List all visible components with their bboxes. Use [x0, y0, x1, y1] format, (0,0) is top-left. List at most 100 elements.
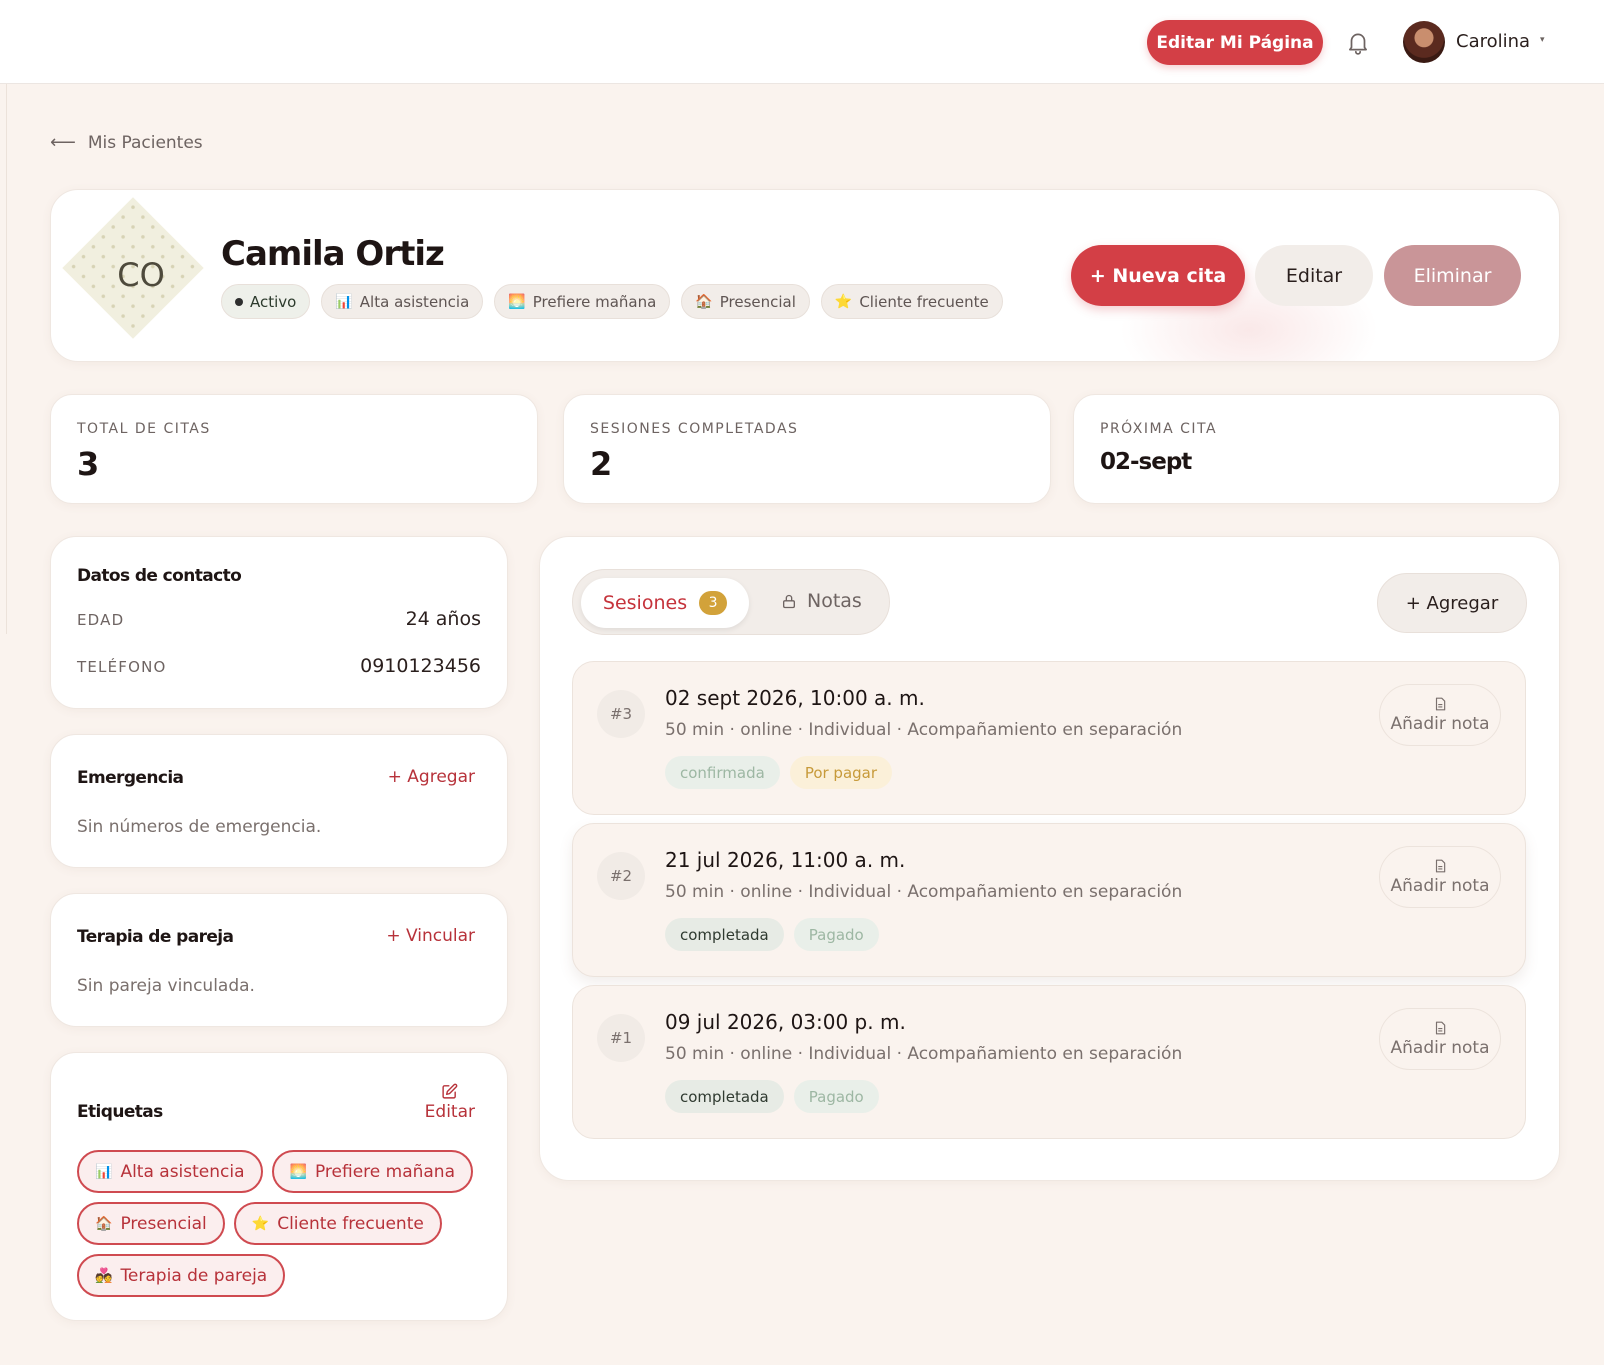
session-date: 02 sept 2026, 10:00 a. m. — [665, 686, 925, 710]
session-badges: completada Pagado — [665, 918, 879, 951]
edit-tags-label: Editar — [424, 1102, 475, 1122]
tab-notes[interactable]: Notas — [781, 590, 862, 612]
stat-next-appointment: PRÓXIMA CITA 02-sept — [1073, 394, 1560, 504]
status-badge: completada — [665, 918, 784, 951]
age-value: 24 años — [405, 608, 481, 630]
star-icon: ⭐ — [834, 293, 853, 310]
add-note-button[interactable]: Añadir nota — [1379, 684, 1501, 746]
chip-prefiere-manana: 🌅 Prefiere mañana — [494, 284, 671, 319]
tag-presencial[interactable]: 🏠 Presencial — [77, 1202, 225, 1245]
session-card[interactable]: #1 09 jul 2026, 03:00 p. m. 50 min · onl… — [572, 985, 1526, 1139]
back-link-label: Mis Pacientes — [87, 132, 203, 153]
tab-sessions[interactable]: Sesiones 3 — [581, 578, 749, 628]
status-dot-icon — [235, 297, 243, 306]
stat-value: 2 — [590, 445, 613, 483]
delete-patient-button[interactable]: Eliminar — [1384, 245, 1521, 306]
divider — [6, 84, 7, 634]
link-partner-link[interactable]: + Vincular — [386, 926, 475, 946]
document-icon — [1435, 1021, 1446, 1035]
session-card[interactable]: #3 02 sept 2026, 10:00 a. m. 50 min · on… — [572, 661, 1526, 815]
patient-name: Camila Ortiz — [221, 234, 445, 274]
session-card[interactable]: #2 21 jul 2026, 11:00 a. m. 50 min · onl… — [572, 823, 1526, 977]
status-badge: Activo — [221, 284, 311, 319]
patient-initials: CO — [117, 256, 165, 294]
add-note-button[interactable]: Añadir nota — [1379, 846, 1501, 908]
chevron-down-icon[interactable]: ▾ — [1540, 35, 1545, 45]
session-badges: completada Pagado — [665, 1080, 879, 1113]
tag-prefiere-manana[interactable]: 🌅 Prefiere mañana — [271, 1150, 474, 1193]
chip-alta-asistencia: 📊 Alta asistencia — [321, 284, 484, 319]
top-bar: Editar Mi Página Carolina ▾ — [0, 0, 1604, 84]
stat-completed-sessions: SESIONES COMPLETADAS 2 — [563, 394, 1051, 504]
sessions-panel: Sesiones 3 Notas + Agregar #3 02 sept 20… — [539, 536, 1560, 1181]
couple-therapy-card: Terapia de pareja + Vincular Sin pareja … — [50, 893, 508, 1027]
session-number: #3 — [597, 690, 645, 738]
stat-value: 3 — [77, 445, 100, 483]
user-name[interactable]: Carolina — [1456, 31, 1530, 52]
sessions-count-badge: 3 — [699, 591, 728, 615]
payment-badge: Pagado — [793, 918, 879, 951]
session-meta: 50 min · online · Individual · Acompañam… — [665, 1044, 1183, 1064]
tags-title: Etiquetas — [77, 1102, 163, 1122]
chart-icon: 📊 — [95, 1163, 113, 1180]
edit-my-page-button[interactable]: Editar Mi Página — [1147, 20, 1323, 65]
session-meta: 50 min · online · Individual · Acompañam… — [665, 720, 1183, 740]
lock-icon — [783, 594, 795, 608]
patient-header-card: CO Camila Ortiz Activo 📊 Alta asistencia… — [50, 189, 1560, 362]
tag-cliente-frecuente[interactable]: ⭐ Cliente frecuente — [233, 1202, 442, 1245]
stat-value: 02-sept — [1100, 449, 1192, 475]
back-to-patients-link[interactable]: ⟵ Mis Pacientes — [50, 132, 203, 153]
bell-icon[interactable] — [1345, 29, 1371, 55]
house-icon: 🏠 — [95, 1215, 113, 1232]
tab-bar: Sesiones 3 Notas — [572, 569, 890, 635]
emergency-card: Emergencia + Agregar Sin números de emer… — [50, 734, 508, 868]
session-date: 21 jul 2026, 11:00 a. m. — [665, 848, 906, 872]
payment-badge: Pagado — [793, 1080, 879, 1113]
house-icon: 🏠 — [695, 293, 713, 310]
payment-badge: Por pagar — [789, 756, 893, 789]
emergency-empty-text: Sin números de emergencia. — [77, 817, 322, 837]
tag-terapia-de-pareja[interactable]: 💑 Terapia de pareja — [77, 1254, 286, 1297]
sunrise-icon: 🌅 — [289, 1163, 307, 1180]
contact-title: Datos de contacto — [77, 566, 242, 586]
tab-sessions-label: Sesiones — [602, 592, 688, 614]
stat-label: SESIONES COMPLETADAS — [590, 421, 799, 437]
chart-icon: 📊 — [335, 293, 353, 310]
session-badges: confirmada Por pagar — [665, 756, 893, 789]
phone-label: TELÉFONO — [77, 658, 167, 676]
chip-cliente-frecuente: ⭐ Cliente frecuente — [820, 284, 1003, 319]
session-number: #1 — [597, 1014, 645, 1062]
add-emergency-link[interactable]: + Agregar — [388, 767, 475, 787]
session-date: 09 jul 2026, 03:00 p. m. — [665, 1010, 906, 1034]
tag-alta-asistencia[interactable]: 📊 Alta asistencia — [77, 1150, 263, 1193]
star-icon: ⭐ — [251, 1215, 270, 1232]
stat-label: PRÓXIMA CITA — [1100, 421, 1218, 437]
edit-tags-button[interactable]: Editar — [425, 1083, 475, 1122]
chip-presencial: 🏠 Presencial — [681, 284, 810, 319]
edit-patient-button[interactable]: Editar — [1255, 245, 1373, 306]
tab-notes-label: Notas — [807, 590, 862, 612]
arrow-left-icon: ⟵ — [50, 132, 76, 153]
tags-list: 📊 Alta asistencia 🌅 Prefiere mañana 🏠 Pr… — [77, 1150, 477, 1297]
tags-card: Etiquetas Editar 📊 Alta asistencia 🌅 Pre… — [50, 1052, 508, 1321]
status-badge: completada — [665, 1080, 784, 1113]
age-label: EDAD — [77, 611, 125, 629]
status-badge: confirmada — [665, 756, 780, 789]
document-icon — [1435, 859, 1446, 873]
avatar[interactable] — [1403, 21, 1445, 63]
add-note-button[interactable]: Añadir nota — [1379, 1008, 1501, 1070]
stat-total-appointments: TOTAL DE CITAS 3 — [50, 394, 538, 504]
add-session-button[interactable]: + Agregar — [1377, 573, 1527, 633]
sunrise-icon: 🌅 — [508, 293, 526, 310]
stat-label: TOTAL DE CITAS — [77, 421, 211, 437]
new-appointment-button[interactable]: + Nueva cita — [1071, 245, 1245, 306]
patient-chips: Activo 📊 Alta asistencia 🌅 Prefiere maña… — [221, 284, 1003, 319]
session-meta: 50 min · online · Individual · Acompañam… — [665, 882, 1183, 902]
contact-card: Datos de contacto EDAD 24 años TELÉFONO … — [50, 536, 508, 709]
emergency-title: Emergencia — [77, 768, 184, 788]
document-icon — [1435, 697, 1446, 711]
couple-icon: 💑 — [95, 1267, 113, 1284]
session-number: #2 — [597, 852, 645, 900]
couple-empty-text: Sin pareja vinculada. — [77, 976, 255, 996]
edit-icon — [442, 1083, 458, 1099]
